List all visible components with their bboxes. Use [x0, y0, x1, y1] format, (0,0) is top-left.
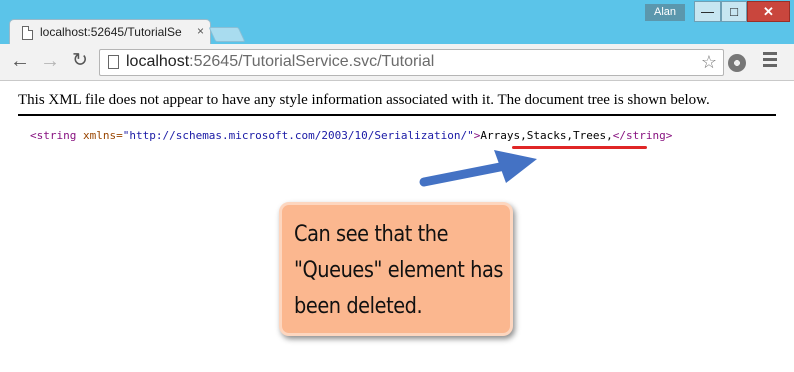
- annotation-callout: Can see that the "Queues" element has be…: [279, 202, 513, 336]
- forward-button[interactable]: →: [40, 50, 60, 72]
- url-text[interactable]: localhost:52645/TutorialService.svc/Tuto…: [126, 53, 434, 71]
- page-icon: [22, 26, 33, 40]
- profile-name[interactable]: Alan: [645, 4, 685, 21]
- tab-close-icon[interactable]: ×: [197, 24, 204, 38]
- url-host: localhost: [126, 53, 190, 70]
- browser-tab[interactable]: localhost:52645/TutorialSe ×: [9, 19, 211, 45]
- new-tab-button[interactable]: [208, 27, 246, 42]
- address-bar[interactable]: localhost:52645/TutorialService.svc/Tuto…: [99, 49, 724, 76]
- maximize-button[interactable]: □: [721, 1, 747, 22]
- back-button[interactable]: ←: [10, 50, 30, 72]
- reload-button[interactable]: ↻: [72, 50, 88, 72]
- page-content: This XML file does not appear to have an…: [0, 82, 794, 372]
- minimize-button[interactable]: —: [694, 1, 721, 22]
- callout-text: Can see that the "Queues" element has be…: [294, 222, 504, 319]
- close-button[interactable]: ✕: [747, 1, 790, 22]
- browser-toolbar: ← → ↻ localhost:52645/TutorialService.sv…: [0, 44, 794, 81]
- page-icon: [108, 55, 119, 69]
- extension-icon[interactable]: [728, 54, 746, 72]
- title-bar: localhost:52645/TutorialSe × Alan — □ ✕: [0, 0, 794, 45]
- tab-title: localhost:52645/TutorialSe: [40, 25, 182, 39]
- url-path: :52645/TutorialService.svc/Tutorial: [189, 53, 435, 70]
- menu-icon[interactable]: [763, 52, 777, 70]
- star-icon[interactable]: ☆: [701, 52, 717, 73]
